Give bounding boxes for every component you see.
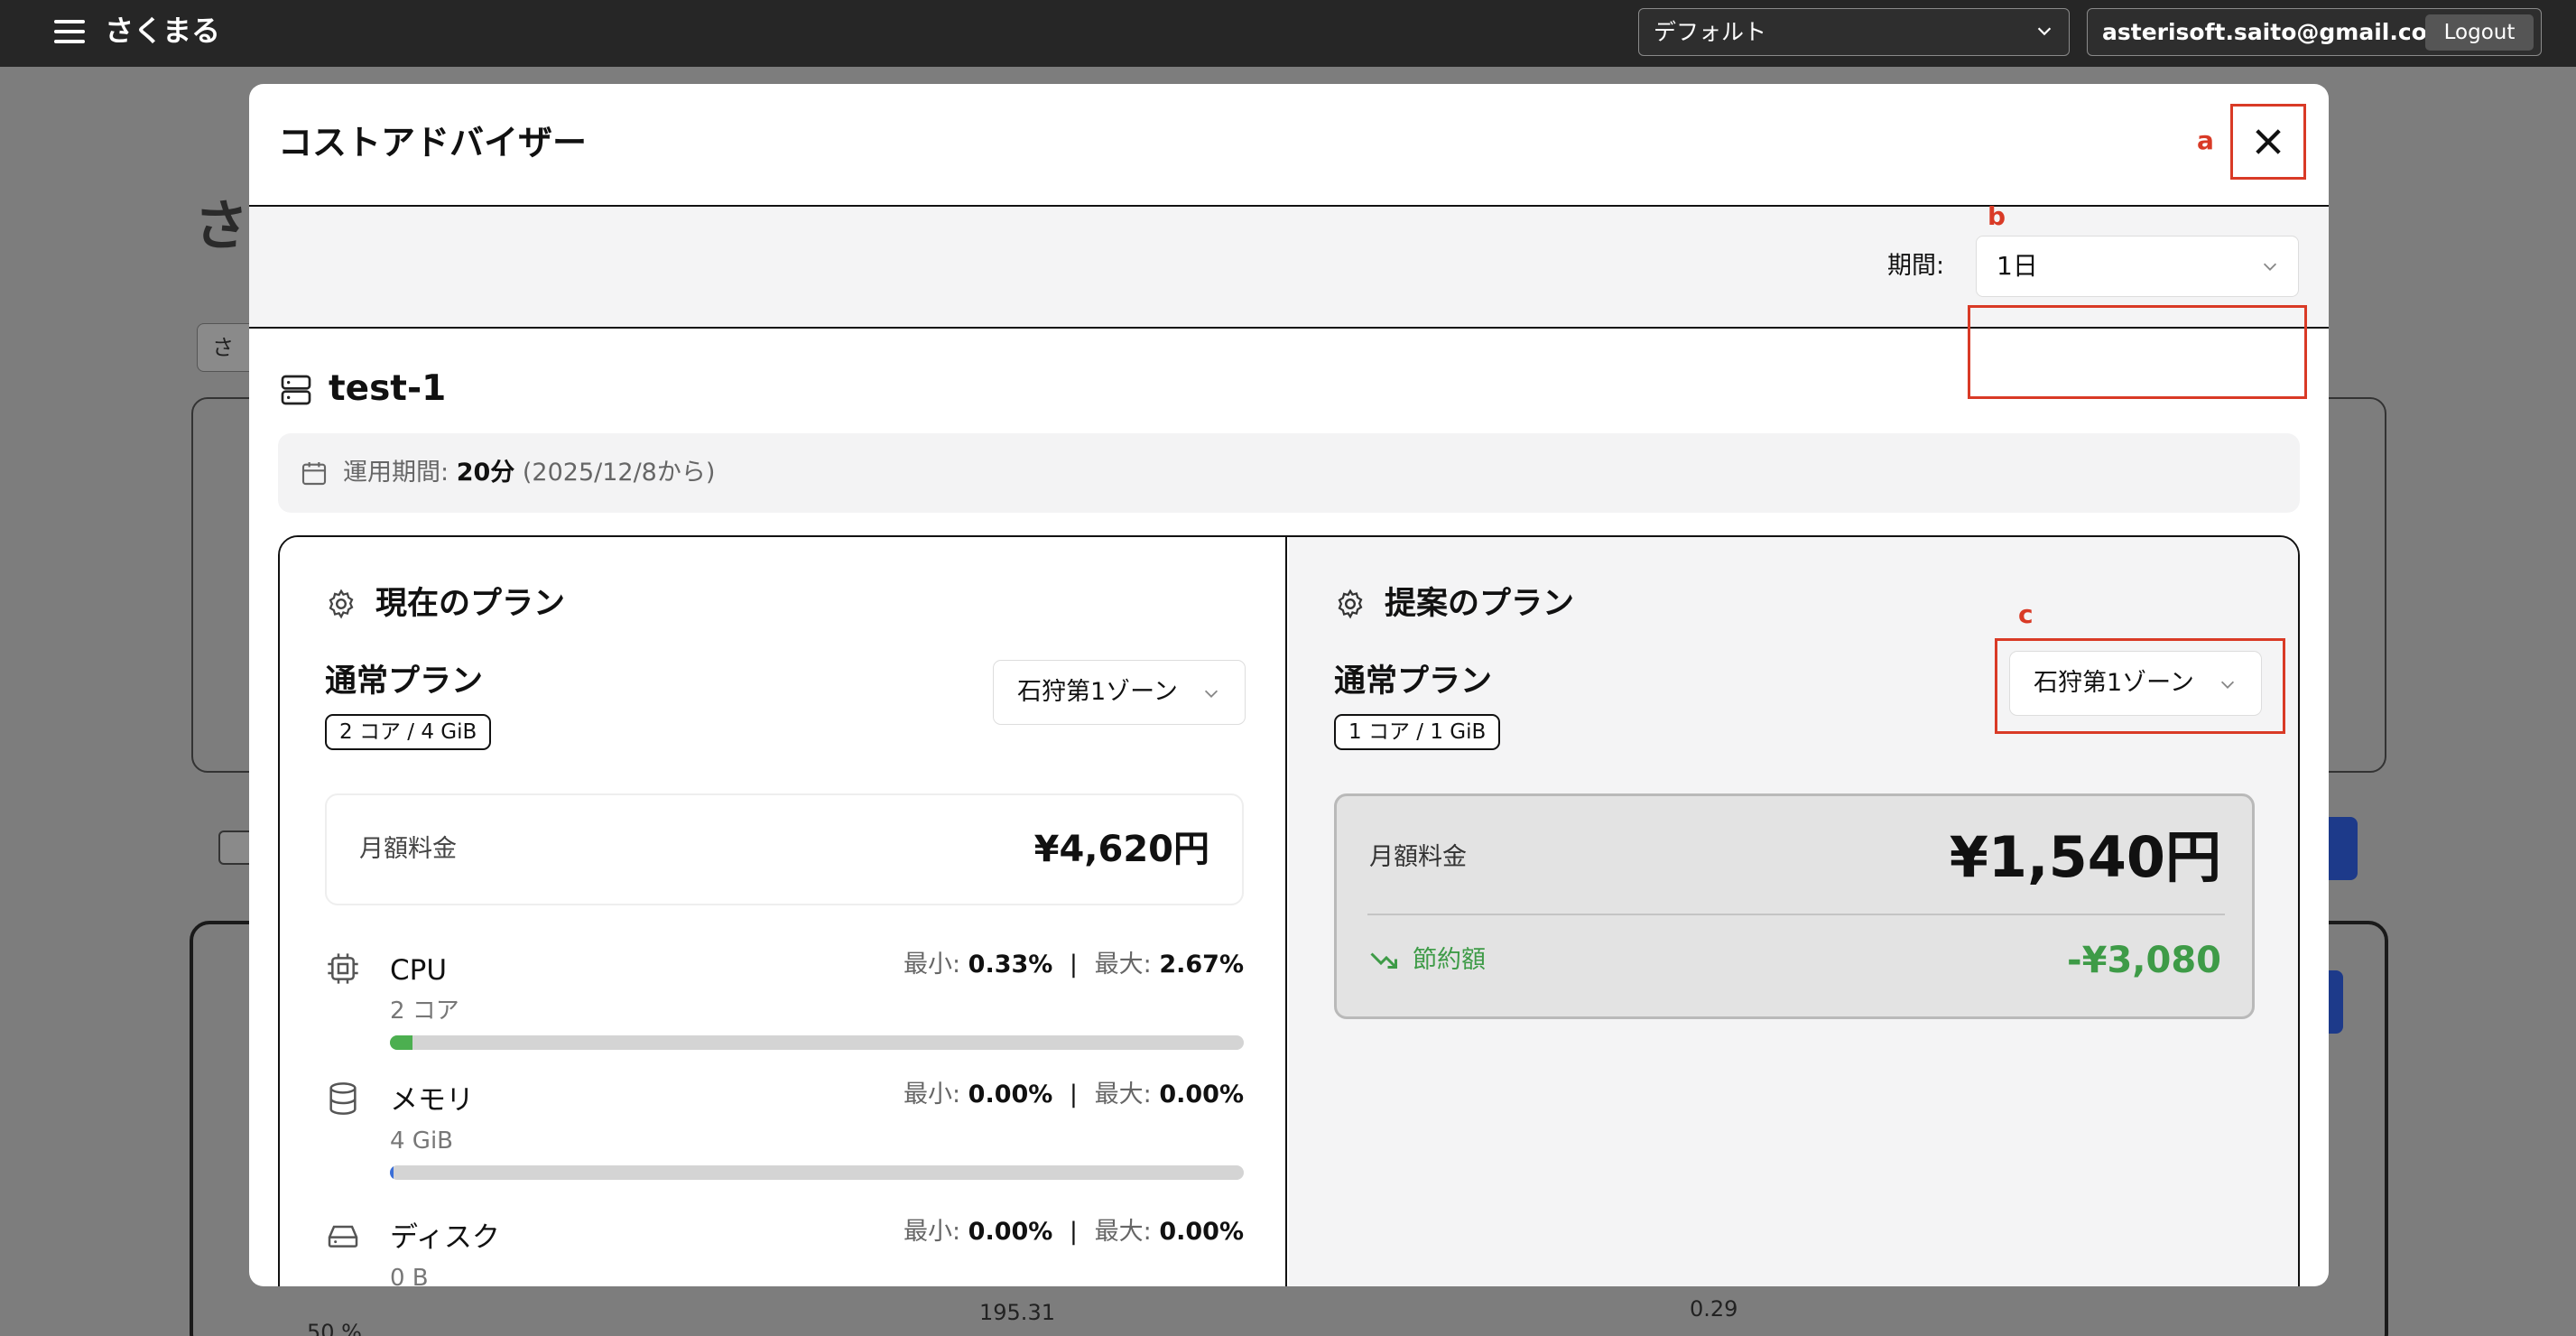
usage-bar bbox=[390, 1035, 1244, 1050]
chevron-down-icon bbox=[1204, 690, 1219, 698]
usage-bar-fill bbox=[390, 1035, 413, 1050]
current-plan-title: 現在のプラン bbox=[375, 586, 566, 622]
metric-capacity: 4 GiB bbox=[390, 1127, 454, 1155]
monthly-price-label: 月額料金 bbox=[1369, 843, 1467, 871]
metric-capacity: 0 B bbox=[390, 1265, 429, 1286]
annotation-label-a: a bbox=[2197, 125, 2214, 155]
chevron-down-icon bbox=[2263, 263, 2277, 271]
proposed-spec-badge: 1 コア / 1 GiB bbox=[1334, 714, 1501, 750]
server-icon bbox=[281, 375, 311, 405]
annotation-label-c: c bbox=[2018, 599, 2034, 629]
metric-max-label: 最大: bbox=[1094, 951, 1152, 979]
metric-min-value: 0.33% bbox=[968, 951, 1053, 979]
metric-stats: 最小: 0.33% | 最大: 2.67% bbox=[903, 949, 1244, 981]
current-plan-column: 現在のプラン 通常プラン 2 コア / 4 GiB 石狩第1ゾーン 月額料金 ¥… bbox=[280, 537, 1287, 1286]
savings-label: 節約額 bbox=[1413, 946, 1486, 974]
metric-separator: | bbox=[1069, 951, 1079, 979]
metric-min-label: 最小: bbox=[903, 1218, 961, 1246]
metric-name: ディスク bbox=[390, 1221, 500, 1254]
monthly-price-value: ¥4,620円 bbox=[1033, 829, 1209, 870]
user-menu: asterisoft.saito@gmail.com Logout bbox=[2087, 8, 2542, 56]
metric-max-value: 0.00% bbox=[1159, 1218, 1244, 1246]
metric-disk: ディスク 0 B 最小: 0.00% | 最大: 0.00% bbox=[325, 1212, 1244, 1286]
metric-cpu: CPU 2 コア 最小: 0.33% | 最大: 2.67% bbox=[325, 945, 1244, 1050]
modal-header: コストアドバイザー a bbox=[249, 84, 2329, 207]
current-zone-value: 石狩第1ゾーン bbox=[1017, 678, 1178, 706]
metric-capacity: 2 コア bbox=[390, 997, 459, 1025]
period-label: 期間: bbox=[1887, 252, 1945, 280]
close-icon[interactable] bbox=[2249, 123, 2287, 161]
monthly-price-value: ¥1,540円 bbox=[1949, 824, 2221, 890]
cost-advisor-modal: コストアドバイザー a b 期間: 1日 test-1 運用期間: 20分 (2… bbox=[249, 84, 2329, 1286]
uptime-bar: 運用期間: 20分 (2025/12/8から) bbox=[278, 433, 2300, 513]
period-select[interactable]: 1日 bbox=[1976, 236, 2299, 297]
monthly-price-label: 月額料金 bbox=[359, 835, 457, 863]
metric-separator: | bbox=[1069, 1218, 1079, 1246]
trending-down-icon bbox=[1370, 952, 1397, 969]
metric-max-label: 最大: bbox=[1094, 1081, 1152, 1109]
metric-min-value: 0.00% bbox=[968, 1081, 1053, 1109]
plan-comparison: 現在のプラン 通常プラン 2 コア / 4 GiB 石狩第1ゾーン 月額料金 ¥… bbox=[278, 535, 2300, 1286]
proposed-plan-column: 提案のプラン 通常プラン 1 コア / 1 GiB c 石狩第1ゾーン 月額料金… bbox=[1289, 537, 2298, 1286]
uptime-since: (2025/12/8から) bbox=[522, 459, 716, 487]
metric-min-label: 最小: bbox=[903, 1081, 961, 1109]
cpu-icon bbox=[328, 953, 358, 984]
metric-max-value: 0.00% bbox=[1159, 1081, 1244, 1109]
app-title: さくまる bbox=[105, 14, 221, 48]
savings-value: -¥3,080 bbox=[2067, 940, 2221, 981]
background-page-heading: さ bbox=[194, 195, 248, 258]
proposed-price-card: 月額料金 ¥1,540円 節約額 -¥3,080 bbox=[1334, 793, 2255, 1019]
current-monthly-price-card: 月額料金 ¥4,620円 bbox=[325, 793, 1244, 905]
background-axis-label: 0.29 bbox=[1690, 1296, 1738, 1322]
top-bar: さくまる デフォルト asterisoft.saito@gmail.com Lo… bbox=[0, 0, 2576, 67]
database-icon bbox=[329, 1082, 357, 1115]
chevron-down-icon bbox=[2220, 681, 2235, 689]
server-name: test-1 bbox=[329, 368, 447, 409]
period-select-value: 1日 bbox=[1997, 251, 2038, 281]
proposed-plan-name: 通常プラン bbox=[1334, 663, 1493, 700]
usage-bar-fill bbox=[390, 1165, 394, 1180]
calendar-icon bbox=[301, 462, 327, 486]
logout-button[interactable]: Logout bbox=[2425, 14, 2534, 51]
metric-name: CPU bbox=[390, 954, 448, 987]
metric-min-value: 0.00% bbox=[968, 1218, 1053, 1246]
metric-max-value: 2.67% bbox=[1159, 951, 1244, 979]
annotation-box-b bbox=[1968, 305, 2307, 399]
proposed-zone-select[interactable]: 石狩第1ゾーン bbox=[2009, 651, 2262, 716]
metric-stats: 最小: 0.00% | 最大: 0.00% bbox=[903, 1079, 1244, 1111]
workspace-select-value: デフォルト bbox=[1654, 19, 1767, 45]
usage-bar bbox=[390, 1165, 1244, 1180]
gear-icon bbox=[329, 589, 354, 619]
background-axis-label: 50 % bbox=[307, 1320, 362, 1336]
proposed-plan-title: 提案のプラン bbox=[1385, 586, 1575, 622]
hard-drive-icon bbox=[328, 1225, 358, 1248]
menu-icon[interactable] bbox=[54, 20, 85, 43]
workspace-select[interactable]: デフォルト bbox=[1638, 8, 2070, 56]
user-email: asterisoft.saito@gmail.com bbox=[2102, 19, 2451, 45]
metric-name: メモリ bbox=[390, 1084, 474, 1117]
metric-max-label: 最大: bbox=[1094, 1218, 1152, 1246]
filter-bar: b 期間: 1日 bbox=[249, 202, 2329, 399]
metric-stats: 最小: 0.00% | 最大: 0.00% bbox=[903, 1216, 1244, 1248]
modal-title: コストアドバイザー bbox=[278, 123, 588, 162]
uptime-label: 運用期間: bbox=[343, 459, 449, 487]
proposed-zone-value: 石狩第1ゾーン bbox=[2034, 669, 2194, 697]
annotation-label-b: b bbox=[1988, 201, 2006, 231]
uptime-duration: 20分 bbox=[456, 459, 515, 487]
divider bbox=[1367, 914, 2225, 915]
current-zone-select[interactable]: 石狩第1ゾーン bbox=[993, 660, 1246, 725]
chevron-down-icon bbox=[2037, 27, 2052, 36]
metric-separator: | bbox=[1069, 1081, 1079, 1109]
metric-min-label: 最小: bbox=[903, 951, 961, 979]
metric-memory: メモリ 4 GiB 最小: 0.00% | 最大: 0.00% bbox=[325, 1075, 1244, 1180]
uptime-text: 運用期間: 20分 (2025/12/8から) bbox=[343, 455, 715, 491]
current-spec-badge: 2 コア / 4 GiB bbox=[325, 714, 492, 750]
gear-icon bbox=[1338, 589, 1363, 619]
current-plan-name: 通常プラン bbox=[325, 663, 484, 700]
background-axis-label: 195.31 bbox=[979, 1300, 1055, 1325]
